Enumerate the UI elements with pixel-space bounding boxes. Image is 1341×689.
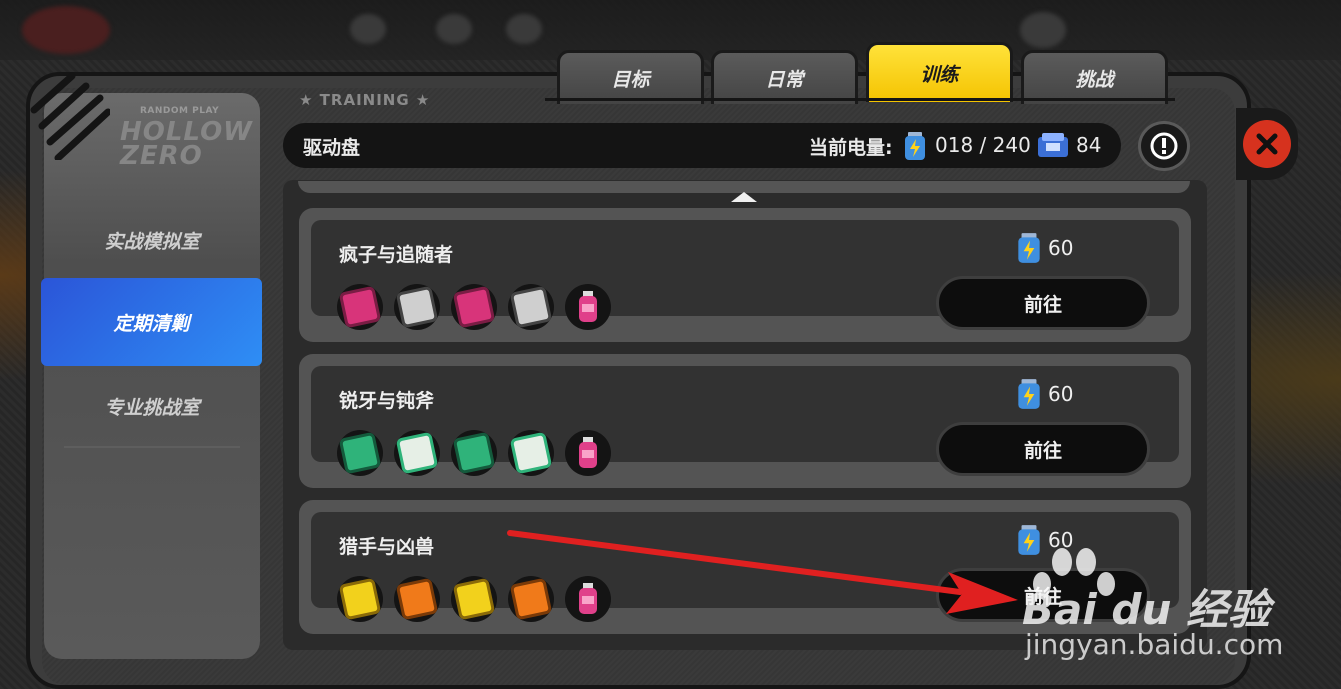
watermark-url: jingyan.baidu.com <box>1025 628 1284 661</box>
